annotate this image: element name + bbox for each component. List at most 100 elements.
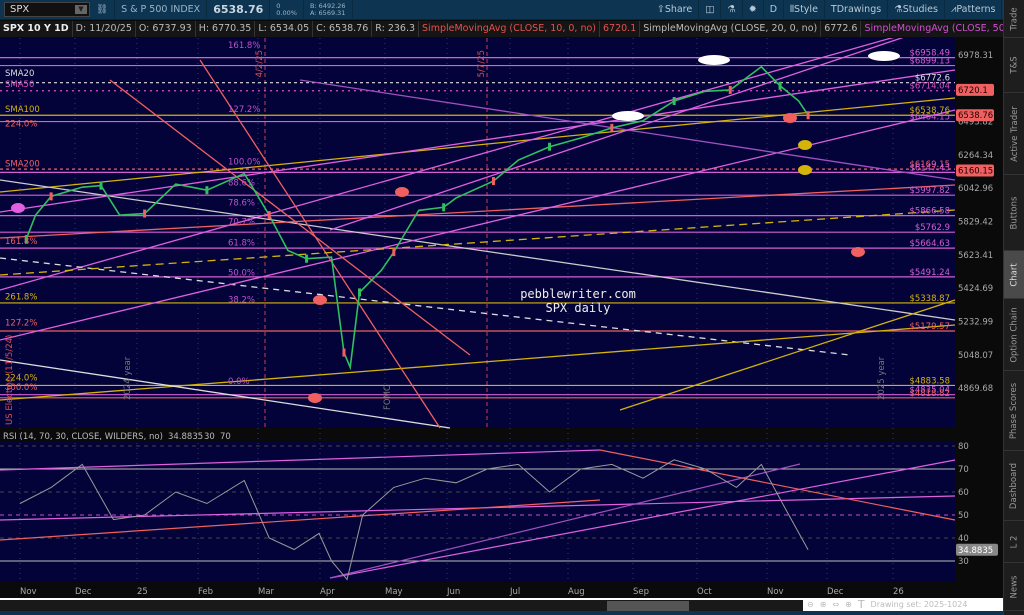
- tab-label: T&S: [1009, 56, 1020, 74]
- candle: [806, 111, 810, 120]
- sidebar-tab-buttons[interactable]: Buttons: [1004, 175, 1024, 251]
- left-label: 161.8%: [5, 237, 37, 247]
- marker-ellipse: [698, 55, 730, 65]
- bar-close: C: 6538.76: [313, 21, 373, 37]
- rsi-tick: 30: [958, 557, 969, 567]
- drawing-set[interactable]: Drawing set: 2025-1024: [871, 600, 968, 609]
- tab-label: Buttons: [1009, 196, 1020, 229]
- rsi-tick: 40: [958, 534, 969, 544]
- scrollbar-thumb[interactable]: [607, 601, 689, 611]
- tool-d[interactable]: D: [764, 0, 785, 20]
- rsi-tick: 80: [958, 442, 969, 452]
- level-label: $5491.24: [909, 268, 950, 278]
- marker-ellipse: [395, 187, 409, 197]
- sidebar-tab-t-s[interactable]: T&S: [1004, 38, 1024, 93]
- zoom-out-icon[interactable]: ⊖: [807, 600, 814, 609]
- time-axis[interactable]: [0, 582, 1003, 598]
- bar-range: R: 236.3: [372, 21, 420, 37]
- tab-label: News: [1009, 575, 1020, 598]
- tab-label: Dashboard: [1009, 462, 1020, 509]
- symbol-selector[interactable]: SPX ▼: [4, 2, 90, 17]
- tool-share[interactable]: ⇪ Share: [651, 0, 700, 20]
- alert-icon: ◫: [705, 4, 715, 15]
- time-tick: Nov: [767, 587, 784, 597]
- tool-label: Share: [664, 4, 693, 15]
- tool-label: Studies: [902, 4, 938, 15]
- pan-icon[interactable]: ⇔: [832, 600, 839, 609]
- left-label: 127.2%: [5, 319, 37, 329]
- vertical-annotation: FOMC: [383, 385, 393, 410]
- candle: [728, 85, 732, 94]
- sma10-label[interactable]: SimpleMovingAvg (CLOSE, 10, 0, no): [419, 21, 600, 37]
- sidebar-tab-dashboard[interactable]: Dashboard: [1004, 451, 1024, 521]
- tool-flask-icon[interactable]: ⚗: [721, 0, 743, 20]
- crosshair-icon[interactable]: ⊕: [845, 600, 852, 609]
- candle: [305, 254, 309, 263]
- time-tick: 26: [893, 587, 904, 597]
- ask: A: 6569.31: [309, 8, 346, 17]
- tab-label: Chart: [1009, 262, 1020, 287]
- left-label: 685.4%: [5, 38, 37, 39]
- price-chart[interactable]: $6958.49$6899.13$6772.6$6714.04$6538.76$…: [0, 38, 1003, 598]
- tool-studies[interactable]: ⚗ Studies: [888, 0, 945, 20]
- sidebar-tab-option-chain[interactable]: Option Chain: [1004, 299, 1024, 371]
- rsi-tick: 60: [958, 488, 969, 498]
- candle: [548, 142, 552, 151]
- left-label: SMA100: [5, 105, 40, 115]
- sma50-label[interactable]: SimpleMovingAvg (CLOSE, 50, 0, no): [861, 21, 1024, 37]
- candle: [205, 186, 209, 195]
- sidebar-tab-phase-scores[interactable]: Phase Scores: [1004, 371, 1024, 451]
- sma20-value: 6772.6: [821, 21, 862, 37]
- vertical-annotation: 5/7/25: [477, 50, 487, 77]
- rsi-badge-value: 34.8835: [958, 546, 993, 556]
- time-tick: 25: [137, 587, 148, 597]
- level-label: $6147.43: [909, 163, 950, 173]
- fib-label: 127.2%: [228, 105, 260, 115]
- chevron-down-icon[interactable]: ▼: [75, 5, 87, 14]
- sidebar-tab-news[interactable]: News: [1004, 563, 1024, 611]
- marker-ellipse: [612, 111, 644, 121]
- candle: [342, 348, 346, 357]
- tool-gear-icon[interactable]: ✹: [743, 0, 764, 20]
- candle: [491, 177, 495, 186]
- time-tick: Jul: [509, 587, 520, 597]
- tab-label: L 2: [1009, 535, 1020, 548]
- share-icon: ⇪: [656, 4, 665, 15]
- link-icon[interactable]: ⛓: [90, 0, 116, 20]
- sma20-label[interactable]: SimpleMovingAvg (CLOSE, 20, 0, no): [640, 21, 822, 37]
- level-label: $5179.57: [909, 322, 950, 332]
- sidebar-tab-chart[interactable]: Chart: [1004, 251, 1024, 299]
- zoom-in-icon[interactable]: ⊕: [820, 600, 827, 609]
- candle: [442, 203, 446, 212]
- flask-icon: ⚗: [727, 4, 736, 15]
- level-label: $5338.87: [909, 294, 950, 304]
- marker-ellipse: [11, 203, 25, 213]
- last-price: 6538.76: [207, 0, 271, 20]
- time-tick: May: [385, 587, 403, 597]
- sidebar-tab-trade[interactable]: Trade: [1004, 0, 1024, 38]
- sidebar-tab-active-trader[interactable]: Active Trader: [1004, 93, 1024, 175]
- tool-style[interactable]: ⫴ Style: [784, 0, 825, 20]
- level-label: $5664.63: [909, 239, 950, 249]
- time-tick: Feb: [198, 587, 213, 597]
- bar-date: D: 11/20/25: [72, 21, 136, 37]
- sidebar-tab-l-2[interactable]: L 2: [1004, 521, 1024, 563]
- text-icon[interactable]: T: [858, 598, 865, 611]
- rsi-tick: 50: [958, 511, 969, 521]
- tool-drawings[interactable]: T Drawings: [825, 0, 889, 20]
- tool-alert-icon[interactable]: ◫: [699, 0, 722, 20]
- time-tick: Jun: [446, 587, 460, 597]
- rsi-tick: 70: [958, 465, 969, 475]
- price-tick: 5424.69: [958, 284, 993, 294]
- fib-label: 88.6%: [228, 179, 255, 189]
- tool-patterns[interactable]: ⩘ Patterns: [945, 0, 1003, 20]
- marker-ellipse: [783, 113, 797, 123]
- watermark-caption: SPX daily: [545, 301, 610, 315]
- price-panel[interactable]: [0, 38, 955, 428]
- price-tick: 4869.68: [958, 384, 993, 394]
- rsi-header[interactable]: RSI (14, 70, 30, CLOSE, WILDERS, no): [3, 432, 163, 442]
- price-axis[interactable]: [955, 38, 1003, 428]
- level-label: $5866.58: [909, 207, 950, 217]
- price-tick: 5829.42: [958, 218, 993, 228]
- time-tick: Dec: [827, 587, 844, 597]
